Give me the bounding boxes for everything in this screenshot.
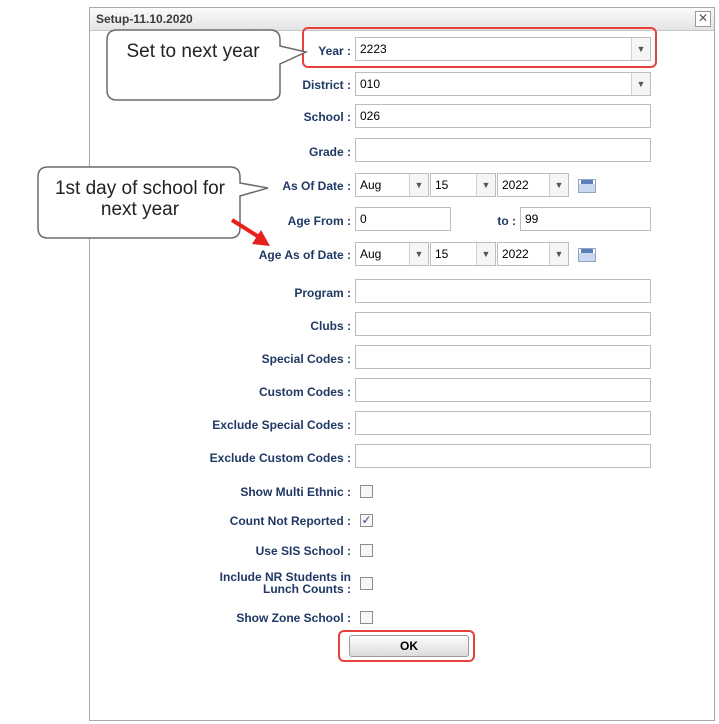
annotation-overlay [37, 29, 309, 246]
callout-year-text: Set to next year [126, 41, 260, 62]
callout-date-text: 1st day of school for next year [54, 178, 226, 220]
